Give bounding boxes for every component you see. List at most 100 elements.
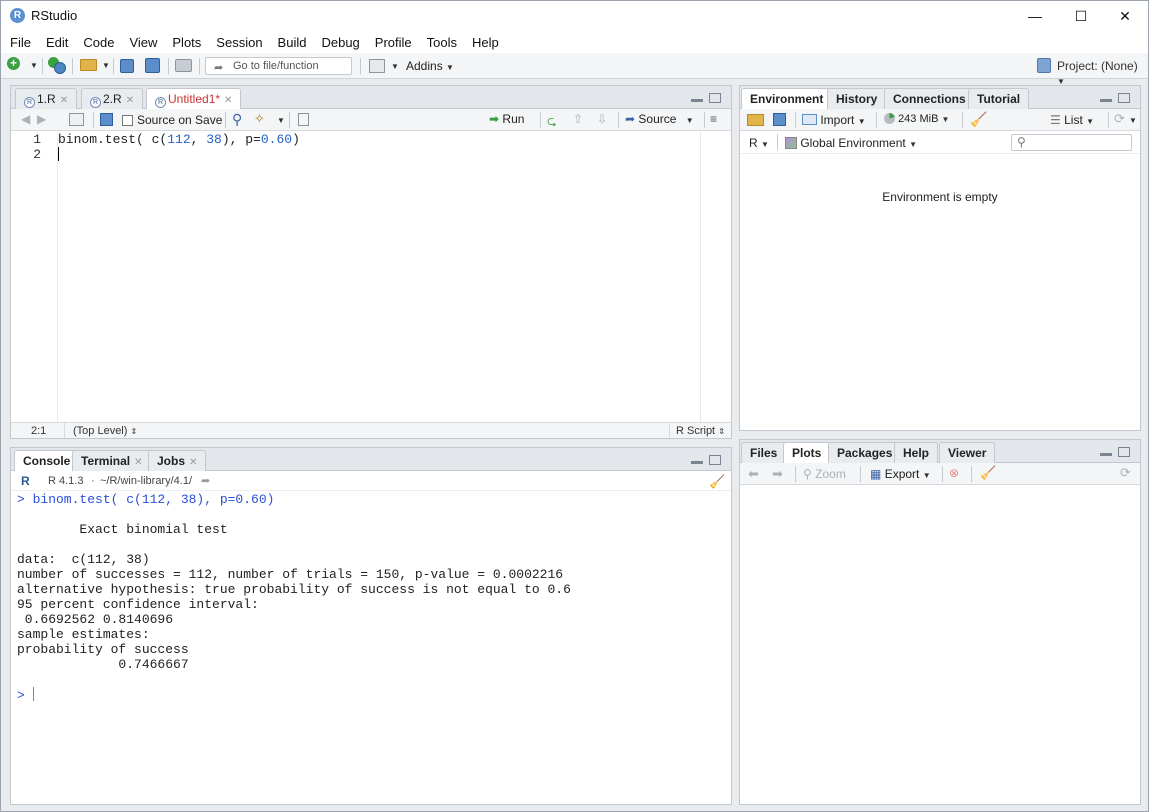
close-tab-icon[interactable]: ✕ xyxy=(126,95,134,106)
menu-debug[interactable]: Debug xyxy=(321,35,359,50)
global-environment-selector[interactable]: Global Environment ▼ xyxy=(785,136,917,150)
tab-help[interactable]: Help xyxy=(894,442,939,463)
go-to-file-input[interactable]: ➦ Go to file/function xyxy=(205,57,352,75)
open-file-dropdown-icon[interactable]: ▼ xyxy=(102,61,110,70)
new-file-icon[interactable]: + xyxy=(7,57,20,70)
save-all-icon[interactable] xyxy=(145,58,160,73)
menu-file[interactable]: File xyxy=(10,35,31,50)
maximize-button[interactable]: ☐ xyxy=(1058,1,1104,31)
open-file-icon[interactable] xyxy=(80,59,97,71)
new-project-icon[interactable] xyxy=(48,57,66,74)
tab-jobs[interactable]: Jobs ✕ xyxy=(148,450,207,471)
source-on-save-checkbox[interactable] xyxy=(122,115,133,126)
console-output[interactable]: > binom.test( c(112, 38), p=0.60) Exact … xyxy=(17,492,727,802)
tab-viewer[interactable]: Viewer xyxy=(939,442,996,463)
compile-report-icon[interactable] xyxy=(298,113,309,126)
workspace-panes-dropdown-icon[interactable]: ▼ xyxy=(391,62,399,71)
menu-edit[interactable]: Edit xyxy=(46,35,68,50)
tab-plots[interactable]: Plots xyxy=(783,442,831,464)
go-up-icon[interactable]: ⇧ xyxy=(573,112,583,126)
close-tab-icon[interactable]: ✕ xyxy=(189,457,197,468)
working-directory[interactable]: ~/R/win-library/4.1/ xyxy=(100,475,192,487)
menu-profile[interactable]: Profile xyxy=(375,35,412,50)
tab-packages[interactable]: Packages xyxy=(828,442,902,463)
previous-plot-icon[interactable]: ⬅ xyxy=(748,466,759,482)
new-file-dropdown-icon[interactable]: ▼ xyxy=(30,61,38,70)
code-editor[interactable]: binom.test( c(112, 38), p=0.60) xyxy=(57,132,700,422)
zoom-button[interactable]: ⚲ Zoom xyxy=(803,467,846,481)
menu-plots[interactable]: Plots xyxy=(172,35,201,50)
go-to-placeholder: Go to file/function xyxy=(233,60,319,72)
file-type-selector[interactable]: R Script ⇕ xyxy=(676,425,725,437)
menu-code[interactable]: Code xyxy=(83,35,114,50)
tab-environment[interactable]: Environment xyxy=(741,88,833,110)
back-icon[interactable]: ◀ xyxy=(21,112,30,126)
clear-console-icon[interactable]: 🧹 xyxy=(709,474,725,490)
rerun-icon[interactable]: ⮎ xyxy=(547,112,557,133)
remove-plot-icon[interactable]: ⊗ xyxy=(949,466,959,480)
code-tools-icon[interactable]: ✧ xyxy=(254,111,265,127)
r-file-icon: R xyxy=(24,97,35,108)
tab-1-r[interactable]: R 1.R ✕ xyxy=(15,88,78,109)
print-icon[interactable] xyxy=(175,59,192,72)
refresh-dropdown-icon[interactable]: ▼ xyxy=(1129,116,1137,125)
forward-icon[interactable]: ▶ xyxy=(37,112,46,126)
close-button[interactable]: ✕ xyxy=(1102,1,1148,31)
project-menu[interactable]: Project: (None) ▼ xyxy=(1057,59,1148,87)
next-plot-icon[interactable]: ➡ xyxy=(772,466,783,482)
console-prompt[interactable]: > xyxy=(17,687,727,703)
language-selector[interactable]: R ▼ xyxy=(749,136,769,150)
refresh-icon[interactable]: ⟳ xyxy=(1114,111,1125,127)
menu-session[interactable]: Session xyxy=(216,35,262,50)
title-bar: R RStudio — ☐ ✕ xyxy=(1,1,1148,31)
minimize-pane-icon[interactable] xyxy=(691,461,703,464)
maximize-pane-icon[interactable] xyxy=(709,455,721,465)
import-dataset-button[interactable]: Import ▼ xyxy=(802,113,866,127)
source-button[interactable]: ➦ Source ▼ xyxy=(625,112,694,126)
workspace-panes-icon[interactable] xyxy=(369,59,385,73)
go-down-icon[interactable]: ⇩ xyxy=(597,112,607,126)
code-tools-dropdown-icon[interactable]: ▼ xyxy=(277,116,285,125)
close-tab-icon[interactable]: ✕ xyxy=(224,95,232,106)
memory-usage[interactable]: 243 MiB ▼ xyxy=(884,113,949,125)
save-workspace-icon[interactable] xyxy=(773,113,786,126)
line-number: 1 xyxy=(33,132,41,147)
tab-connections[interactable]: Connections xyxy=(884,88,975,109)
maximize-pane-icon[interactable] xyxy=(1118,447,1130,457)
maximize-pane-icon[interactable] xyxy=(1118,93,1130,103)
environment-search-input[interactable]: ⚲ xyxy=(1011,134,1132,151)
find-replace-icon[interactable]: ⚲ xyxy=(232,111,242,128)
menu-help[interactable]: Help xyxy=(472,35,499,50)
menu-tools[interactable]: Tools xyxy=(427,35,457,50)
export-button[interactable]: ▦ Export ▼ xyxy=(870,467,931,481)
maximize-pane-icon[interactable] xyxy=(709,93,721,103)
run-button[interactable]: ➡ Run xyxy=(489,112,524,126)
scope-selector[interactable]: (Top Level) ⇕ xyxy=(73,425,137,437)
minimize-pane-icon[interactable] xyxy=(1100,99,1112,102)
refresh-plot-icon[interactable]: ⟳ xyxy=(1120,465,1131,481)
clear-workspace-broom-icon[interactable]: 🧹 xyxy=(970,111,987,128)
menu-view[interactable]: View xyxy=(129,35,157,50)
minimize-button[interactable]: — xyxy=(1012,1,1058,31)
tab-files[interactable]: Files xyxy=(741,442,787,463)
tab-2-r[interactable]: R 2.R ✕ xyxy=(81,88,144,109)
addins-button[interactable]: Addins ▼ xyxy=(406,59,454,73)
tab-tutorial[interactable]: Tutorial xyxy=(968,88,1030,109)
load-workspace-icon[interactable] xyxy=(747,114,764,126)
clear-plots-broom-icon[interactable]: 🧹 xyxy=(980,465,996,481)
tab-untitled1[interactable]: R Untitled1* ✕ xyxy=(146,88,242,110)
show-in-window-icon[interactable] xyxy=(69,113,84,126)
save-icon[interactable] xyxy=(100,113,113,126)
tab-history[interactable]: History xyxy=(827,88,887,109)
minimize-pane-icon[interactable] xyxy=(691,99,703,102)
tab-terminal[interactable]: Terminal ✕ xyxy=(72,450,152,471)
save-icon[interactable] xyxy=(120,59,134,73)
outline-icon[interactable]: ≡ xyxy=(710,112,717,126)
close-tab-icon[interactable]: ✕ xyxy=(134,457,142,468)
minimize-pane-icon[interactable] xyxy=(1100,453,1112,456)
close-tab-icon[interactable]: ✕ xyxy=(60,95,68,106)
go-to-directory-icon[interactable]: ➦ xyxy=(201,474,210,487)
list-view-selector[interactable]: ☰ List ▼ xyxy=(1050,113,1094,127)
tab-console[interactable]: Console xyxy=(14,450,80,472)
menu-build[interactable]: Build xyxy=(278,35,307,50)
